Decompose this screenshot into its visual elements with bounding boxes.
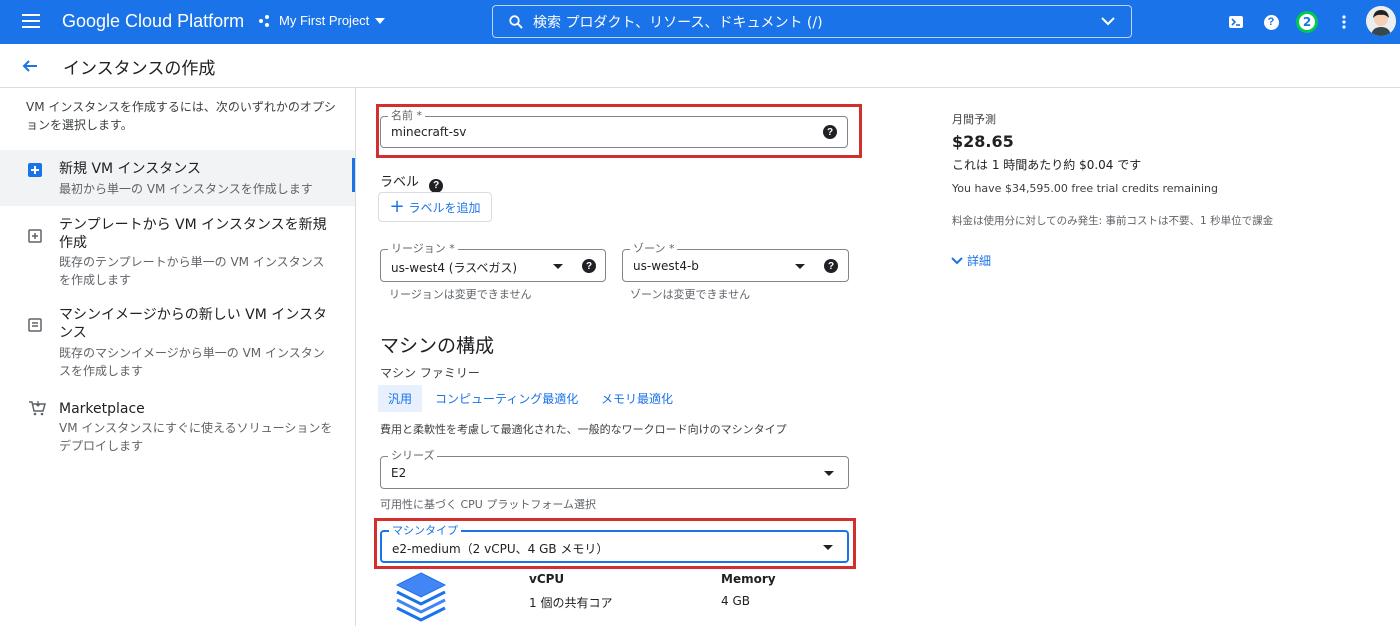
tab-memory-optimized[interactable]: メモリ最適化: [591, 385, 683, 412]
name-field-value: minecraft-sv: [391, 125, 467, 139]
search-icon: [509, 14, 523, 29]
option-title: テンプレートから VM インスタンスを新規作成: [59, 217, 327, 251]
spec-memory-value: 4 GB: [721, 594, 750, 608]
name-field-label: 名前 *: [388, 109, 425, 122]
tab-general-purpose[interactable]: 汎用: [378, 385, 423, 412]
details-label: 詳細: [967, 254, 992, 268]
zone-select[interactable]: ゾーン * us-west4-b ?: [622, 242, 849, 282]
add-box-icon: [28, 163, 42, 177]
notifications-badge[interactable]: 2: [1296, 11, 1318, 33]
cloud-shell-icon[interactable]: [1226, 12, 1246, 32]
project-icon: [259, 14, 273, 27]
dropdown-arrow-icon: [823, 545, 833, 550]
project-name: My First Project: [279, 13, 370, 28]
chevron-down-icon: [375, 17, 386, 24]
hourly-price: これは 1 時間あたり約 $0.04 です: [952, 158, 1142, 172]
page-header: インスタンスの作成: [0, 44, 1400, 88]
options-intro: VM インスタンスを作成するには、次のいずれかのオプションを選択します。: [26, 100, 336, 132]
labels-title: ラベル: [380, 175, 420, 190]
series-value: E2: [391, 466, 407, 480]
page-title: インスタンスの作成: [63, 59, 216, 79]
zone-label: ゾーン *: [630, 242, 678, 255]
machine-type-value: e2-medium（2 vCPU、4 GB メモリ）: [392, 542, 609, 556]
plus-icon: +: [389, 196, 405, 217]
region-hint: リージョンは変更できません: [389, 288, 532, 301]
machine-image-icon: [28, 318, 42, 332]
project-selector[interactable]: My First Project: [259, 13, 386, 28]
dropdown-arrow-icon: [824, 471, 834, 476]
search-placeholder: 検索 プロダクト、リソース、ドキュメント (/): [533, 14, 823, 31]
dropdown-arrow-icon: [795, 264, 805, 269]
option-from-machine-image[interactable]: マシンイメージからの新しい VM インスタンス 既存のマシンイメージから単一の …: [0, 300, 355, 384]
machine-type-label: マシンタイプ: [389, 524, 461, 537]
option-marketplace[interactable]: Marketplace VM インスタンスにすぐに使えるソリューションをデプロイ…: [0, 396, 355, 458]
machine-config-title: マシンの構成: [380, 335, 495, 357]
spec-memory-header: Memory: [721, 572, 776, 586]
spec-vcpu-header: vCPU: [529, 572, 565, 586]
series-select[interactable]: シリーズ E2: [380, 449, 849, 489]
machine-type-select[interactable]: マシンタイプ e2-medium（2 vCPU、4 GB メモリ）: [380, 524, 849, 563]
add-label-text: ラベルを追加: [408, 200, 481, 215]
region-value: us-west4 (ラスベガス): [391, 261, 518, 275]
labels-section: ラベル ?: [380, 171, 444, 193]
help-icon[interactable]: ?: [824, 259, 838, 273]
help-icon[interactable]: ?: [429, 178, 444, 193]
series-hint: 可用性に基づく CPU プラットフォーム選択: [380, 498, 597, 511]
more-vert-icon[interactable]: [1334, 12, 1354, 32]
option-title: 新規 VM インスタンス: [59, 161, 201, 177]
dropdown-arrow-icon: [553, 264, 563, 269]
hamburger-menu-icon[interactable]: [22, 14, 40, 28]
search-bar[interactable]: 検索 プロダクト、リソース、ドキュメント (/): [492, 5, 1132, 38]
expand-icon[interactable]: [1101, 16, 1115, 26]
cart-icon: [29, 401, 46, 416]
name-field[interactable]: 名前 * minecraft-sv ?: [380, 109, 848, 148]
option-title: マシンイメージからの新しい VM インスタンス: [59, 307, 327, 341]
avatar[interactable]: [1366, 6, 1396, 36]
chevron-down-icon: [951, 256, 963, 264]
option-title: Marketplace: [59, 401, 145, 417]
help-icon[interactable]: ?: [582, 259, 596, 273]
brand-name[interactable]: Google Cloud Platform: [62, 11, 244, 32]
details-toggle[interactable]: 詳細: [951, 252, 991, 269]
machine-stack-icon: [395, 572, 447, 622]
option-desc: VM インスタンスにすぐに使えるソリューションをデプロイします: [59, 421, 333, 453]
help-icon[interactable]: ?: [823, 125, 837, 139]
option-new-vm[interactable]: 新規 VM インスタンス 最初から単一の VM インスタンスを作成します: [0, 150, 355, 206]
monthly-estimate-heading: 月間予測: [952, 113, 996, 126]
help-icon[interactable]: ?: [1261, 12, 1281, 32]
region-select[interactable]: リージョン * us-west4 (ラスベガス) ?: [380, 242, 606, 282]
region-label: リージョン *: [388, 242, 458, 255]
free-trial-credits: You have $34,595.00 free trial credits r…: [952, 182, 1219, 195]
series-label: シリーズ: [388, 449, 438, 462]
zone-value: us-west4-b: [633, 259, 699, 273]
zone-hint: ゾーンは変更できません: [630, 288, 751, 301]
pricing-note: 料金は使用分に対してのみ発生: 事前コストは不要、1 秒単位で課金: [952, 215, 1274, 227]
tab-compute-optimized[interactable]: コンピューティング最適化: [425, 385, 588, 412]
template-icon: [28, 229, 42, 243]
monthly-price: $28.65: [952, 132, 1014, 151]
option-desc: 既存のマシンイメージから単一の VM インスタンスを作成します: [59, 346, 325, 378]
spec-vcpu-value: 1 個の共有コア: [529, 596, 613, 610]
creation-options-panel: VM インスタンスを作成するには、次のいずれかのオプションを選択します。 新規 …: [0, 88, 356, 626]
option-desc: 最初から単一の VM インスタンスを作成します: [59, 182, 313, 196]
machine-family-label: マシン ファミリー: [380, 366, 480, 380]
option-desc: 既存のテンプレートから単一の VM インスタンスを作成します: [59, 255, 325, 287]
top-app-bar: Google Cloud Platform My First Project 検…: [0, 0, 1400, 44]
machine-family-desc: 費用と柔軟性を考慮して最適化された、一般的なワークロード向けのマシンタイプ: [380, 423, 787, 436]
add-label-button[interactable]: + ラベルを追加: [378, 192, 492, 222]
option-from-template[interactable]: テンプレートから VM インスタンスを新規作成 既存のテンプレートから単一の V…: [0, 210, 355, 294]
back-arrow-icon[interactable]: [20, 56, 40, 76]
